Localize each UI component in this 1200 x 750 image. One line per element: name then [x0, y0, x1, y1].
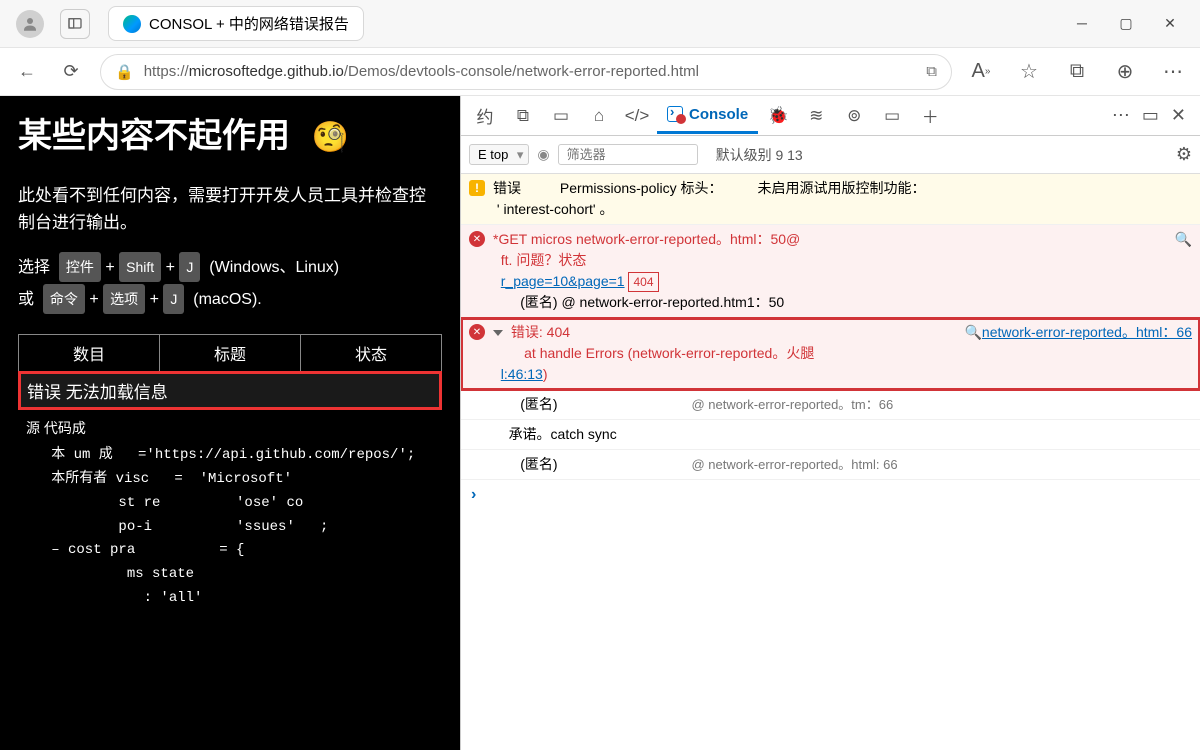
back-button[interactable]: ← [12, 57, 42, 87]
browser-tab[interactable]: CONSOL + 中的网络错误报告 [108, 6, 364, 41]
url-host: microsoftedge.github.io [189, 63, 344, 80]
split-screen-icon[interactable]: ⧉ [1062, 57, 1092, 87]
keys-select-label: 选择 [18, 259, 50, 276]
performance-tab-icon[interactable]: ⊚ [836, 98, 872, 134]
kbd-j2: J [163, 284, 184, 314]
edge-logo-icon [123, 15, 141, 33]
url-field[interactable]: 🔒 https://microsoftedge.github.io/Demos/… [100, 54, 952, 90]
browser-titlebar: CONSOL + 中的网络错误报告 ─ ▢ ✕ [0, 0, 1200, 48]
panel-icon[interactable]: ▭ [543, 98, 579, 134]
console-error: *GET micros network-error-reported。html：… [461, 225, 1200, 318]
console-body: 错误 Permissions-policy 标头： 未启用源试用版控制功能： '… [461, 174, 1200, 750]
devtools-close-icon[interactable]: ✕ [1171, 105, 1186, 126]
workspace-icon[interactable] [60, 9, 90, 39]
elements-tab-icon[interactable]: </> [619, 98, 655, 134]
minimize-button[interactable]: ─ [1072, 15, 1092, 32]
profile-avatar[interactable] [16, 10, 44, 38]
zoom-icon[interactable]: 🔍 [1175, 229, 1192, 250]
console-error-highlighted: 错误: 404 network-error-reported。html：66 🔍… [461, 318, 1200, 390]
error-icon [469, 324, 485, 340]
kbd-ctrl: 控件 [59, 252, 101, 282]
stack-row: (匿名) @ network-error-reported。html: 66 [461, 450, 1200, 480]
more-tabs-icon[interactable]: ＋ [912, 98, 948, 134]
refresh-button[interactable]: ⟳ [56, 57, 86, 87]
status-404-badge: 404 [628, 272, 658, 292]
stack-row: 承诺。catch sync [461, 420, 1200, 450]
url-prefix: https:// [144, 63, 189, 80]
disclosure-icon[interactable] [493, 330, 503, 336]
inspect-icon[interactable]: 约 [467, 98, 503, 134]
context-selector[interactable]: E top [469, 144, 529, 165]
console-icon [667, 106, 683, 122]
zoom-icon[interactable]: 🔍 [964, 322, 981, 343]
stack-row: (匿名) @ network-error-reported。tm：66 [461, 390, 1200, 420]
source-header: 源 代码成 [18, 418, 442, 438]
collections-icon[interactable]: ⊕ [1110, 57, 1140, 87]
face-emoji: 🧐 [311, 121, 348, 154]
devtools-tabbar: 约 ⧉ ▭ ⌂ </> Console 🐞 ≋ ⊚ ▭ ＋ ⋯ ▭ ✕ [461, 96, 1200, 136]
keys-or-label: 或 [18, 291, 34, 308]
th-num: 数目 [19, 335, 160, 372]
source-code: 本 um 成 ='https://api.github.com/repos/';… [18, 438, 442, 641]
more-icon[interactable]: ⋯ [1158, 57, 1188, 87]
error-source-link[interactable]: network-error-reported。html：66 [982, 322, 1192, 343]
close-button[interactable]: ✕ [1160, 15, 1180, 32]
page-lead: 此处看不到任何内容，需要打开开发人员工具并检查控制台进行输出。 [18, 182, 442, 236]
network-tab-icon[interactable]: ≋ [798, 98, 834, 134]
reader-mode-icon[interactable]: ⧉ [926, 63, 937, 80]
th-status: 状态 [301, 335, 442, 372]
kbd-cmd: 命令 [43, 284, 85, 314]
address-bar: ← ⟳ 🔒 https://microsoftedge.github.io/De… [0, 48, 1200, 96]
app-tab-icon[interactable]: ▭ [874, 98, 910, 134]
console-prompt[interactable]: › [461, 480, 1200, 510]
window-controls: ─ ▢ ✕ [1072, 15, 1192, 32]
page-content: 某些内容不起作用 🧐 此处看不到任何内容，需要打开开发人员工具并检查控制台进行输… [0, 96, 460, 750]
info-table: 数目 标题 状态 错误 无法加载信息 [18, 334, 442, 410]
page-heading: 某些内容不起作用 [18, 117, 290, 155]
devtools-dock-icon[interactable]: ▭ [1142, 105, 1159, 126]
kbd-opt: 选项 [103, 284, 145, 314]
warning-icon [469, 180, 485, 196]
favorite-icon[interactable]: ☆ [1014, 57, 1044, 87]
error-icon [469, 231, 485, 247]
tab-title: CONSOL + 中的网络错误报告 [149, 13, 349, 34]
macos-label: (macOS). [193, 291, 261, 308]
read-aloud-icon[interactable]: A» [966, 57, 996, 87]
welcome-tab-icon[interactable]: ⌂ [581, 98, 617, 134]
table-error-row: 错误 无法加载信息 [19, 372, 441, 409]
console-warning: 错误 Permissions-policy 标头： 未启用源试用版控制功能： '… [461, 174, 1200, 225]
filter-input[interactable] [558, 144, 698, 165]
level-selector[interactable]: 默认级别 9 13 [716, 145, 803, 165]
console-filterbar: E top ◉ 默认级别 9 13 ⚙ [461, 136, 1200, 174]
console-settings-icon[interactable]: ⚙ [1176, 144, 1192, 165]
live-expr-icon[interactable]: ◉ [537, 146, 549, 163]
error-link[interactable]: r_page=10&page=1 [501, 273, 625, 289]
lock-icon: 🔒 [115, 63, 134, 81]
device-icon[interactable]: ⧉ [505, 98, 541, 134]
sources-tab-icon[interactable]: 🐞 [760, 98, 796, 134]
devtools-more-icon[interactable]: ⋯ [1112, 105, 1130, 126]
win-linux-label: (Windows、Linux) [209, 259, 339, 276]
console-tab[interactable]: Console [657, 98, 758, 134]
kbd-j: J [179, 252, 200, 282]
url-path: /Demos/devtools-console/network-error-re… [344, 63, 699, 80]
devtools-panel: 约 ⧉ ▭ ⌂ </> Console 🐞 ≋ ⊚ ▭ ＋ ⋯ ▭ ✕ E to… [460, 96, 1200, 750]
th-title: 标题 [160, 335, 301, 372]
maximize-button[interactable]: ▢ [1116, 15, 1136, 32]
error-line-link[interactable]: l:46:13 [501, 366, 543, 382]
kbd-shift: Shift [119, 252, 161, 282]
